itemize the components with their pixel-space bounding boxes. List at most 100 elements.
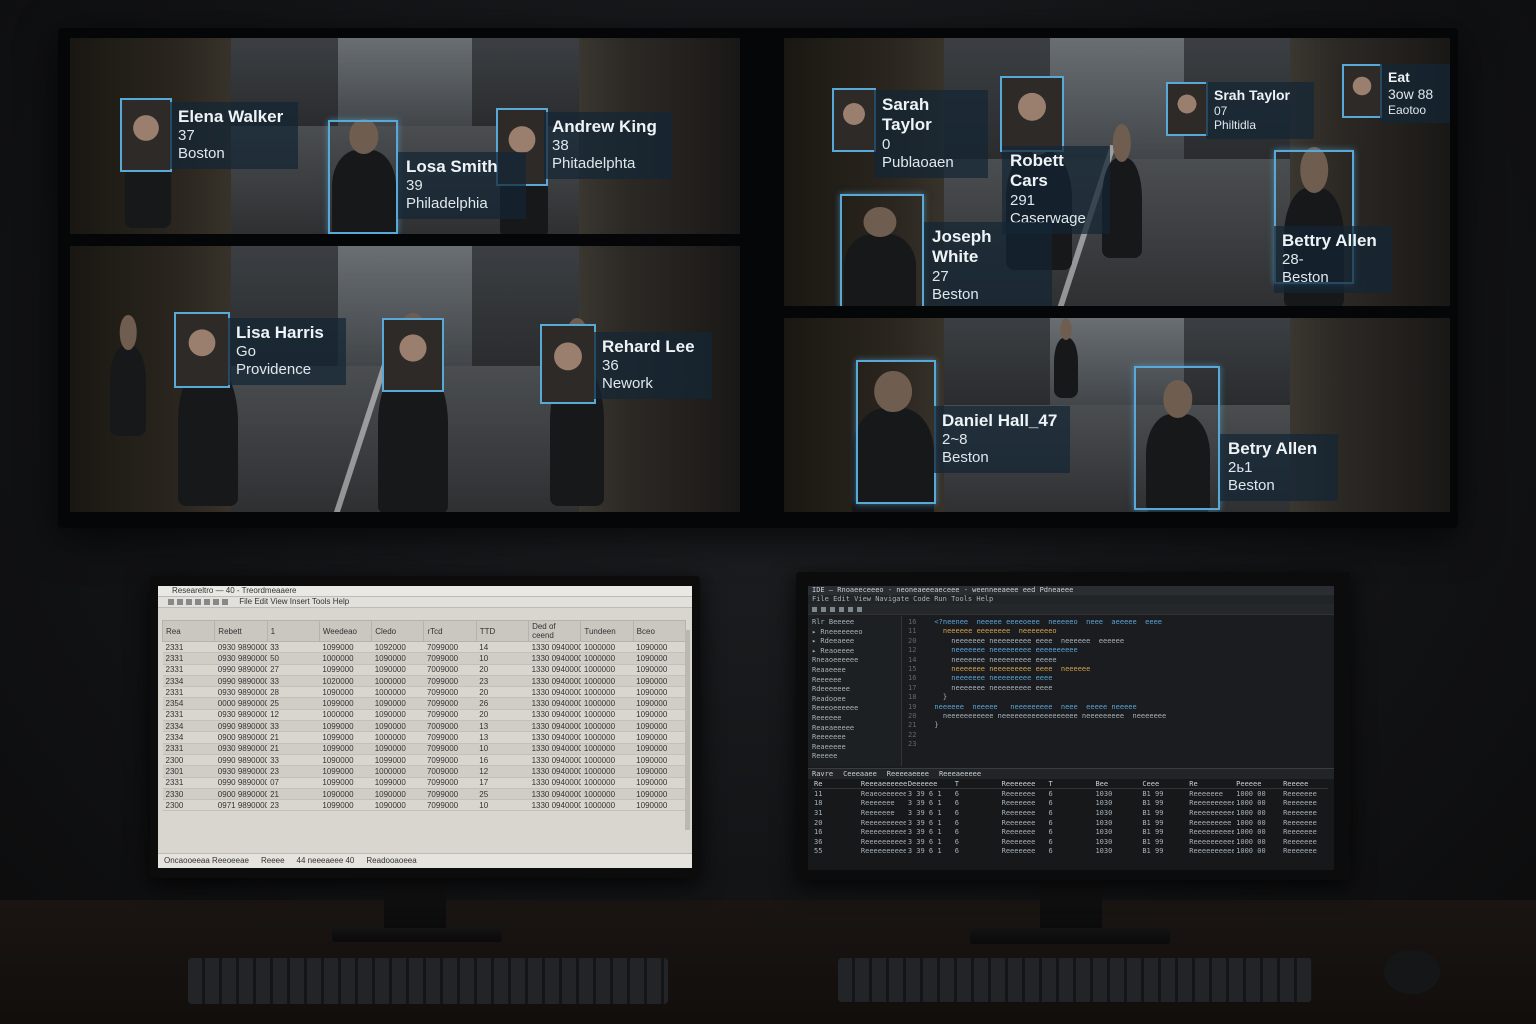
table-cell[interactable]: 1000000 xyxy=(580,731,634,744)
table-cell[interactable]: B1 99 xyxy=(1140,847,1187,857)
table-cell[interactable]: 12 xyxy=(476,765,529,778)
table-cell[interactable]: 0990 9890000 xyxy=(214,720,268,733)
table-cell[interactable]: 1000000 xyxy=(580,697,634,710)
table-cell[interactable]: 7009000 xyxy=(423,765,477,778)
table-cell[interactable]: 25 xyxy=(267,697,320,710)
tree-item[interactable]: Reeeoeeeeee xyxy=(812,704,897,714)
table-cell[interactable]: Reeeeeee xyxy=(1281,808,1328,818)
table-cell[interactable]: 20 xyxy=(476,709,529,722)
code-line[interactable]: 12 neeeeeee neeeeeeeee eeeeeeeeee xyxy=(908,646,1328,655)
table-row[interactable]: 2300 0971 9890000 23 1099000 1090000 7099000 1… xyxy=(162,799,686,812)
table-cell[interactable]: 1090000 xyxy=(633,743,686,755)
table-cell[interactable]: 2334 xyxy=(162,731,215,744)
table-cell[interactable]: 1000000 xyxy=(580,777,634,789)
table-cell[interactable]: 0990 9890000 xyxy=(214,754,268,767)
keyboard[interactable] xyxy=(188,958,668,1004)
table-cell[interactable]: Reeeeeee xyxy=(1000,818,1047,828)
table-cell[interactable]: Reeeeeee xyxy=(1187,789,1234,799)
table-cell[interactable]: 1090000 xyxy=(633,652,686,665)
table-cell[interactable]: 1090000 xyxy=(633,664,686,676)
face-box[interactable] xyxy=(174,312,230,388)
table-cell[interactable]: 1090000 xyxy=(633,686,686,699)
tree-item[interactable]: ▸ Rdeeaeee xyxy=(812,637,897,647)
table-cell[interactable]: Reeeeeee xyxy=(1000,847,1047,857)
table-cell[interactable]: 10 xyxy=(476,652,529,665)
table-row[interactable]: 2330 0900 9890000 21 1090000 1090000 7099000 2… xyxy=(162,788,686,801)
code-line[interactable]: 23 xyxy=(908,740,1328,749)
column-header[interactable]: 1 xyxy=(266,620,320,642)
table-cell[interactable]: B1 99 xyxy=(1140,837,1187,847)
table-cell[interactable]: Reeeeeee xyxy=(1000,799,1047,809)
table-cell[interactable]: 0900 9890000 xyxy=(214,788,268,801)
table-cell[interactable]: 1000000 xyxy=(371,686,424,699)
table-cell[interactable]: 14 xyxy=(476,641,529,654)
table-cell[interactable]: 1000 00 xyxy=(1234,799,1281,809)
table-cell[interactable]: 1090000 xyxy=(633,799,686,812)
table-cell[interactable]: 11 xyxy=(812,789,859,799)
menu-bar[interactable]: File Edit View Navigate Code Run Tools H… xyxy=(808,595,1334,604)
table-cell[interactable]: 6 xyxy=(1047,799,1094,809)
table-cell[interactable]: 0930 9890000 xyxy=(214,765,268,778)
face-box[interactable] xyxy=(1000,76,1064,152)
table-row[interactable]: 2334 0990 9890000 33 1020000 1000000 7099000 2… xyxy=(162,675,686,688)
table-cell[interactable]: 1330 0940000 xyxy=(528,777,581,789)
tree-item[interactable]: Readooee xyxy=(812,695,897,705)
table-cell[interactable]: 1000000 xyxy=(580,675,634,688)
table-cell[interactable]: 23 xyxy=(267,765,320,778)
ide-window[interactable]: IDE — Rnoaeeceeeo - neoneaeeeaeceee - we… xyxy=(808,586,1334,870)
column-header[interactable]: Tundeen xyxy=(580,620,634,642)
table-cell[interactable]: 1090000 xyxy=(371,788,424,801)
table-cell[interactable]: 0000 9890000 xyxy=(214,697,268,710)
table-cell[interactable]: 1000000 xyxy=(580,664,634,676)
table-cell[interactable]: 1330 0940000 xyxy=(528,697,581,710)
table-cell[interactable]: 1099000 xyxy=(319,664,372,676)
table-cell[interactable]: 50 xyxy=(267,652,320,665)
column-header[interactable]: Bee xyxy=(1093,779,1141,789)
table-row[interactable]: 2331 0930 9890000 21 1099000 1090000 7099000 1… xyxy=(162,743,686,755)
tree-item[interactable]: Reeeeee xyxy=(812,676,897,686)
tree-item[interactable]: Reeeee xyxy=(812,752,897,762)
column-header[interactable]: Peeeee xyxy=(1234,779,1282,789)
table-cell[interactable]: 6 xyxy=(1047,847,1094,857)
table-cell[interactable]: 10 xyxy=(476,743,529,755)
table-cell[interactable]: 1330 0940000 xyxy=(528,652,581,665)
table-cell[interactable]: 2331 xyxy=(162,641,215,654)
table-cell[interactable]: 0930 9890000 xyxy=(214,652,268,665)
table-cell[interactable]: 1090000 xyxy=(633,675,686,688)
table-cell[interactable]: 55 xyxy=(812,847,859,857)
table-cell[interactable]: 21 xyxy=(267,788,320,801)
table-cell[interactable]: 1099000 xyxy=(371,777,424,789)
print-icon[interactable] xyxy=(195,598,201,605)
table-cell[interactable]: 1099000 xyxy=(319,641,372,654)
table-cell[interactable]: Reeeeeeeeeeee xyxy=(1187,847,1234,857)
table-cell[interactable]: 1030 xyxy=(1093,837,1140,847)
column-header[interactable]: Reeeaeeeeee xyxy=(858,779,907,789)
table-row[interactable]: 2334 0900 9890000 21 1099000 1000000 7099000 1… xyxy=(162,731,686,744)
mouse[interactable] xyxy=(1384,950,1440,994)
code-line[interactable]: 16 neeeeeee neeeeeeeee eeee xyxy=(908,674,1328,683)
table-cell[interactable]: 1090000 xyxy=(633,709,686,722)
table-cell[interactable]: 0930 9890000 xyxy=(214,641,268,654)
table-row[interactable]: 20Reeeeeeeeeeee3 39 6 16Reeeeeee61030B1 … xyxy=(812,818,1328,828)
table-cell[interactable]: 1000000 xyxy=(371,675,424,688)
camera-feed-1[interactable]: Elena Walker 37 Boston Losa Smith 39 Philade… xyxy=(70,38,740,234)
table-cell[interactable]: 23 xyxy=(267,799,320,812)
column-header[interactable]: Reeeee xyxy=(1281,779,1328,789)
table-cell[interactable]: 1000000 xyxy=(580,765,634,778)
table-row[interactable]: 2331 0930 9890000 12 1000000 1090000 7099000 2… xyxy=(162,709,686,722)
new-icon[interactable] xyxy=(168,598,174,605)
table-cell[interactable]: 1000000 xyxy=(371,731,424,744)
tree-item[interactable]: Reaaeeee xyxy=(812,666,897,676)
face-box[interactable] xyxy=(1342,64,1382,118)
camera-feed-3[interactable]: Lisa Harris Go Providence Rehard Lee 36 Newo… xyxy=(70,246,740,512)
table-cell[interactable]: 1090000 xyxy=(371,743,424,755)
data-table[interactable]: Rea Rebett 1 Weedeao Cledo rTcd TTD Ded of ceen… xyxy=(161,620,687,812)
table-cell[interactable]: 7099000 xyxy=(423,788,477,801)
table-cell[interactable]: Reeeeeeeeeeee xyxy=(859,847,906,857)
code-line[interactable]: 18 } xyxy=(908,693,1328,702)
table-cell[interactable]: Reeeeeee xyxy=(1281,847,1328,857)
table-cell[interactable]: 7099000 xyxy=(423,777,477,789)
table-cell[interactable]: 1099000 xyxy=(319,799,372,812)
table-cell[interactable]: Reeeeeee xyxy=(859,808,906,818)
table-cell[interactable]: 1330 0940000 xyxy=(528,743,581,755)
